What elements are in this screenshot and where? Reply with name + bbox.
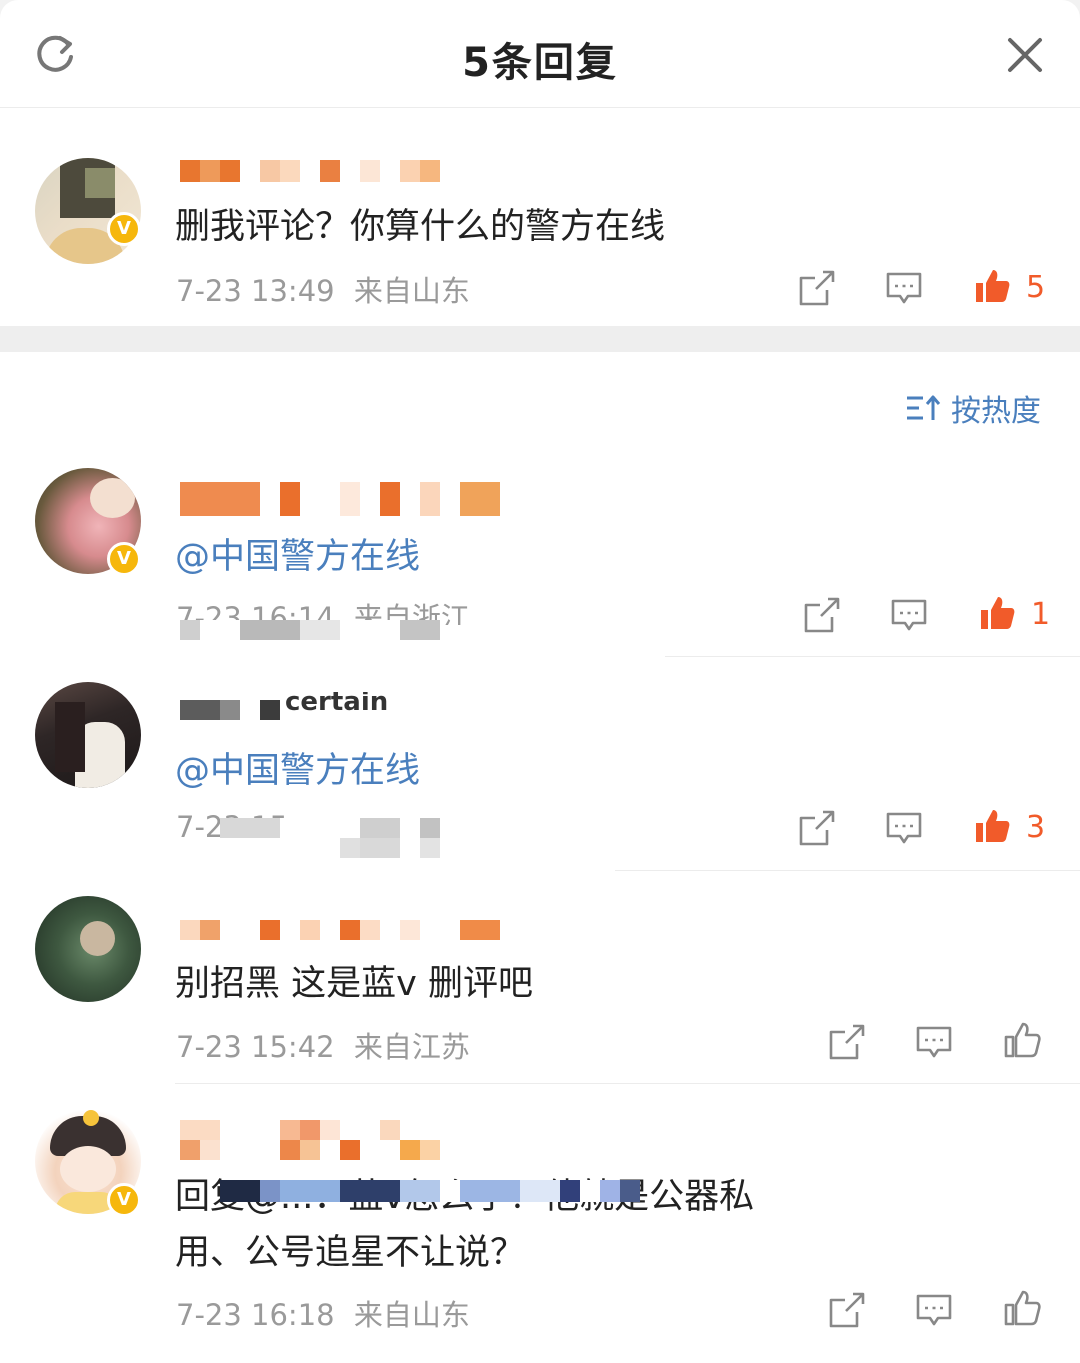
mention-link[interactable]: @中国警方在线 [175, 528, 420, 579]
divider [615, 870, 1080, 871]
comment-meta: 7-23 13:49 来自山东 [176, 268, 470, 310]
share-icon[interactable] [802, 595, 842, 635]
sheet-header: 5条回复 [0, 0, 1080, 108]
divider [665, 656, 1080, 657]
like-count: 3 [1026, 810, 1046, 845]
replies-sheet: 5条回复 V 删我评论？你算什么的警方在线 7-23 13:49 来自山东 5 … [0, 0, 1080, 1363]
like-icon[interactable] [972, 806, 1012, 846]
username[interactable] [180, 1120, 460, 1160]
verified-badge-icon: V [107, 212, 141, 246]
redaction-mosaic [220, 1180, 640, 1202]
comment-meta: 7-23 16:18 来自山东 [176, 1292, 470, 1334]
divider [175, 1083, 1080, 1084]
username[interactable] [180, 920, 500, 940]
like-icon[interactable] [1002, 1020, 1042, 1060]
comment-icon[interactable] [889, 595, 929, 635]
sort-toggle[interactable]: 按热度 [905, 386, 1041, 430]
comment-text: 别招黑 这是蓝v 删评吧 [175, 964, 533, 1004]
verified-badge-icon: V [107, 1183, 141, 1217]
share-icon[interactable] [797, 808, 837, 848]
close-icon[interactable] [1000, 30, 1050, 80]
username-fragment: certain [285, 692, 389, 717]
comment-icon[interactable] [884, 268, 924, 308]
sort-label: 按热度 [951, 394, 1041, 429]
comment-time: 7-23 16:18 [176, 1298, 335, 1332]
username[interactable] [180, 700, 280, 720]
comment-location: 来自山东 [353, 274, 470, 308]
comment-icon[interactable] [914, 1022, 954, 1062]
like-count: 1 [1031, 597, 1051, 632]
comment-text: 删我评论？你算什么的警方在线 [175, 207, 666, 247]
comment-location: 来自江苏 [353, 1030, 470, 1064]
comment-meta: 7-23 15:42 来自江苏 [176, 1024, 470, 1066]
username[interactable] [180, 160, 440, 182]
avatar[interactable] [35, 158, 141, 264]
share-icon[interactable] [827, 1290, 867, 1330]
section-divider [0, 326, 1080, 352]
mention-link[interactable]: @中国警方在线 [175, 742, 420, 793]
share-icon[interactable] [797, 268, 837, 308]
avatar[interactable] [35, 896, 141, 1002]
comment-text-continued: 用、公号追星不让说？ [175, 1233, 526, 1273]
like-icon[interactable] [977, 593, 1017, 633]
share-icon[interactable] [827, 1022, 867, 1062]
page-title: 5条回复 [462, 40, 618, 86]
like-icon[interactable] [1002, 1288, 1042, 1328]
comment-time: 7-23 15:42 [176, 1030, 335, 1064]
parent-comment: V 删我评论？你算什么的警方在线 7-23 13:49 来自山东 5 [0, 108, 1080, 326]
comment-location: 来自山东 [353, 1298, 470, 1332]
verified-badge-icon: V [107, 542, 141, 576]
like-icon[interactable] [972, 266, 1012, 306]
comment-time: 7-23 13:49 [176, 274, 335, 308]
redaction-mosaic [220, 818, 460, 858]
avatar[interactable] [35, 682, 141, 788]
redaction-mosaic [180, 620, 440, 640]
comment-icon[interactable] [884, 808, 924, 848]
username[interactable] [180, 482, 500, 516]
sort-icon [907, 395, 941, 420]
like-count: 5 [1026, 270, 1046, 305]
comment-icon[interactable] [914, 1290, 954, 1330]
